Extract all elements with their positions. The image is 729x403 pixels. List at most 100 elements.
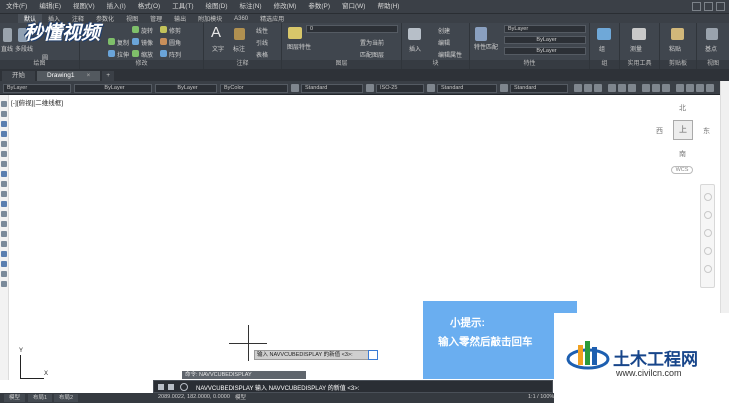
tool-ellipse-icon[interactable] — [1, 191, 7, 197]
stretch-icon[interactable] — [108, 50, 115, 57]
toolbar-icon-12[interactable] — [696, 84, 704, 92]
table-button[interactable]: 表格 — [256, 50, 268, 59]
toolbar-icon-8[interactable] — [652, 84, 660, 92]
minimize-icon[interactable] — [692, 2, 701, 11]
command-input[interactable]: NAVVCUBEDISPLAY 输入 NAVVCUBEDISPLAY 的新值 <… — [196, 383, 359, 392]
viewcube-top-face[interactable]: 上 — [673, 120, 693, 140]
menu-draw[interactable]: 绘图(D) — [200, 0, 234, 14]
layer-properties-icon[interactable] — [288, 27, 302, 39]
line-icon[interactable] — [3, 28, 12, 42]
recent-commands-icon[interactable] — [180, 383, 188, 391]
tab-manage[interactable]: 管理 — [144, 14, 168, 23]
close-icon[interactable] — [716, 2, 725, 11]
text-icon[interactable]: A — [211, 24, 221, 41]
toolbar-icon-7[interactable] — [642, 84, 650, 92]
leader-button[interactable]: 引线 — [256, 38, 268, 47]
toolbar-icon-10[interactable] — [676, 84, 684, 92]
tab-output[interactable]: 输出 — [168, 14, 192, 23]
menu-tools[interactable]: 工具(T) — [166, 0, 199, 14]
orbit-icon[interactable] — [704, 247, 712, 255]
match-properties-icon[interactable] — [475, 27, 487, 41]
dimension-button[interactable]: 标注 — [233, 44, 245, 53]
color-select[interactable]: ByLayer — [504, 25, 586, 33]
linetype-combo[interactable]: ByLayer — [74, 84, 152, 93]
tab-featured-apps[interactable]: 精选应用 — [254, 14, 290, 23]
plotstyle-combo[interactable]: ByColor — [220, 84, 288, 93]
tool-circle-icon[interactable] — [1, 161, 7, 167]
dynamic-input-field[interactable] — [368, 350, 378, 360]
copy-icon[interactable] — [108, 38, 115, 45]
menu-view[interactable]: 视图(V) — [67, 0, 101, 14]
group-icon[interactable] — [597, 28, 611, 40]
toolbar-icon-9[interactable] — [662, 84, 670, 92]
paste-icon[interactable] — [671, 28, 684, 40]
base-button[interactable]: 基点 — [705, 44, 717, 53]
fillet-icon[interactable] — [160, 38, 167, 45]
tab-view[interactable]: 视图 — [120, 14, 144, 23]
tool-polyline-icon[interactable] — [1, 121, 7, 127]
viewcube-south[interactable]: 南 — [679, 149, 686, 159]
tool-table-icon[interactable] — [1, 271, 7, 277]
measure-button[interactable]: 测量 — [630, 44, 642, 53]
fillet-button[interactable]: 圆角 — [169, 38, 181, 47]
insert-block-icon[interactable] — [408, 28, 421, 40]
pan-icon[interactable] — [704, 211, 712, 219]
polyline-button[interactable]: 多段线 — [15, 44, 33, 53]
tab-start[interactable]: 开始 — [2, 71, 35, 81]
measure-icon[interactable] — [632, 28, 646, 40]
tab-drawing1[interactable]: Drawing1 × — [37, 71, 101, 81]
color-combo[interactable]: ByLayer — [3, 84, 71, 93]
text-style-combo[interactable]: Standard — [301, 84, 363, 93]
dimension-icon[interactable] — [234, 28, 245, 40]
toolbar-icon-3[interactable] — [594, 84, 602, 92]
tab-addins[interactable]: 附加模块 — [192, 14, 228, 23]
tool-point-icon[interactable] — [1, 231, 7, 237]
menu-help[interactable]: 帮助(H) — [371, 0, 405, 14]
toolbar-icon-1[interactable] — [574, 84, 582, 92]
mirror-button[interactable]: 镜像 — [141, 38, 153, 47]
array-icon[interactable] — [160, 50, 167, 57]
menu-dimension[interactable]: 标注(N) — [234, 0, 268, 14]
viewport-controls[interactable]: [-][俯视][二维线框] — [11, 97, 63, 107]
wcs-menu[interactable]: WCS — [671, 166, 693, 174]
tool-polygon-icon[interactable] — [1, 131, 7, 137]
menu-edit[interactable]: 编辑(E) — [33, 0, 67, 14]
scale-button[interactable]: 缩放 — [141, 50, 153, 59]
close-tab-icon[interactable]: × — [86, 72, 90, 79]
menu-file[interactable]: 文件(F) — [0, 0, 33, 14]
mleader-style-combo[interactable]: Standard — [510, 84, 568, 93]
close-cmdline-icon[interactable] — [158, 384, 164, 390]
tool-make-block-icon[interactable] — [1, 221, 7, 227]
menu-parametric[interactable]: 参数(P) — [302, 0, 336, 14]
linear-button[interactable]: 线性 — [256, 26, 268, 35]
tool-xline-icon[interactable] — [1, 111, 7, 117]
steering-wheel-icon[interactable] — [704, 193, 712, 201]
menu-insert[interactable]: 插入(I) — [101, 0, 132, 14]
base-icon[interactable] — [706, 28, 718, 40]
showmotion-icon[interactable] — [704, 265, 712, 273]
tab-a360[interactable]: A360 — [228, 16, 254, 22]
tool-line-icon[interactable] — [1, 101, 7, 107]
zoom-extents-icon[interactable] — [704, 229, 712, 237]
tool-hatch-icon[interactable] — [1, 241, 7, 247]
tool-ellipse-arc-icon[interactable] — [1, 201, 7, 207]
tool-mtext-icon[interactable] — [1, 281, 7, 287]
paste-button[interactable]: 粘贴 — [669, 44, 681, 53]
create-button[interactable]: 创建 — [438, 26, 450, 35]
restore-icon[interactable] — [704, 2, 713, 11]
rotate-button[interactable]: 旋转 — [141, 26, 153, 35]
mirror-icon[interactable] — [132, 38, 139, 45]
table-style-combo[interactable]: Standard — [437, 84, 497, 93]
tool-spline-icon[interactable] — [1, 181, 7, 187]
copy-button[interactable]: 复制 — [117, 38, 129, 47]
line-button[interactable]: 直线 — [1, 44, 13, 53]
move-icon[interactable] — [132, 26, 139, 33]
toolbar-icon-5[interactable] — [618, 84, 626, 92]
group-button[interactable]: 组 — [599, 44, 605, 53]
text-button[interactable]: 文字 — [212, 44, 224, 53]
coordinates-readout[interactable]: 2089.0022, 182.0000, 0.0000 — [158, 394, 230, 400]
linetype-select[interactable]: ByLayer — [504, 36, 586, 44]
lineweight-select[interactable]: ByLayer — [504, 47, 586, 55]
menu-modify[interactable]: 修改(M) — [268, 0, 303, 14]
viewcube-west[interactable]: 西 — [656, 126, 663, 136]
